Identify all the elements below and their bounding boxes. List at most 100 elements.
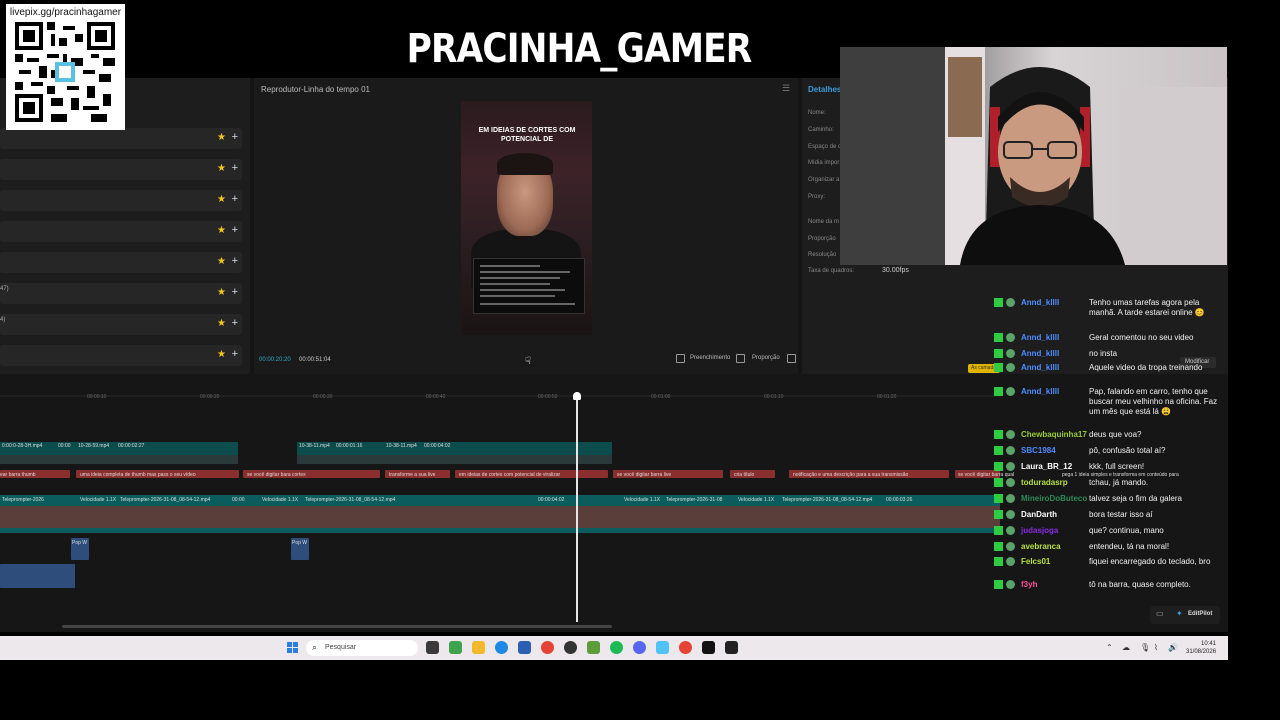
plus-icon[interactable]: + xyxy=(232,317,238,329)
windows-start-icon[interactable] xyxy=(287,641,299,653)
track-label: Teleprompter-2026-31-08 xyxy=(666,497,723,503)
chat-username[interactable]: toduradasrp xyxy=(1021,478,1068,487)
obs-icon[interactable] xyxy=(564,641,577,654)
chat-text: Pap, falando em carro, tenho que buscar … xyxy=(1089,387,1218,416)
star-icon[interactable]: ★ xyxy=(217,132,226,143)
plus-icon[interactable]: + xyxy=(232,348,238,360)
chat-text: fiquei encarregado do teclado, bro xyxy=(1089,557,1211,566)
microphone-icon[interactable]: 🎙 xyxy=(1140,643,1150,652)
chevron-up-icon[interactable]: ⌃ xyxy=(1106,643,1113,652)
media-item[interactable]: ★ + xyxy=(0,252,242,273)
plus-icon[interactable]: + xyxy=(232,255,238,267)
file-explorer-icon[interactable] xyxy=(472,641,485,654)
playhead-handle[interactable] xyxy=(573,392,581,400)
audio-clip-label: Pop W xyxy=(292,540,308,546)
task-view-icon[interactable] xyxy=(426,641,439,654)
detail-label: Proporção xyxy=(808,236,836,242)
chat-username[interactable]: Annd_kllll xyxy=(1021,387,1059,396)
user-avatar xyxy=(1006,478,1015,487)
star-icon[interactable]: ★ xyxy=(217,163,226,174)
text-clip-label: em ideias de cortes com potencial de vir… xyxy=(459,472,561,478)
notepad-icon[interactable] xyxy=(656,641,669,654)
chrome-profile-icon[interactable] xyxy=(679,641,692,654)
kick-badge-icon xyxy=(994,510,1003,519)
taskbar-clock[interactable]: 10:41 31/08/2026 xyxy=(1186,640,1216,656)
chat-username[interactable]: Annd_kllll xyxy=(1021,333,1059,342)
media-item[interactable]: ★ + xyxy=(0,314,242,335)
chrome-icon[interactable] xyxy=(541,641,554,654)
search-icon: ⌕ xyxy=(312,642,318,652)
capcut-icon[interactable] xyxy=(702,641,715,654)
editpilot-icon: ✦ xyxy=(1176,609,1183,618)
chat-username[interactable]: DanDarth xyxy=(1021,510,1057,519)
star-icon[interactable]: ★ xyxy=(217,287,226,298)
plus-icon[interactable]: + xyxy=(232,224,238,236)
chat-username[interactable]: Chewbaquinha17 xyxy=(1021,430,1087,439)
crop-icon[interactable] xyxy=(676,354,685,363)
star-icon[interactable]: ★ xyxy=(217,318,226,329)
ratio-button[interactable]: Proporção xyxy=(752,355,780,361)
chat-username[interactable]: f3yh xyxy=(1021,580,1037,589)
plus-icon[interactable]: + xyxy=(232,286,238,298)
media-item[interactable]: ★ + xyxy=(0,159,242,180)
screenshot-icon[interactable] xyxy=(736,354,745,363)
chat-username[interactable]: SBC1984 xyxy=(1021,446,1056,455)
spotify-icon[interactable] xyxy=(610,641,623,654)
star-icon[interactable]: ★ xyxy=(217,349,226,360)
kick-badge-icon xyxy=(994,494,1003,503)
detail-label: Nome: xyxy=(808,110,826,116)
preview-overlay-card xyxy=(473,258,585,314)
media-item[interactable]: ★ + xyxy=(0,345,242,366)
webcam-feed xyxy=(840,47,1227,265)
kick-badge-icon xyxy=(994,298,1003,307)
fullscreen-icon[interactable] xyxy=(787,354,796,363)
editor-app-icon[interactable] xyxy=(725,641,738,654)
store-icon[interactable] xyxy=(518,641,531,654)
chat-username[interactable]: Annd_kllll xyxy=(1021,298,1059,307)
media-item[interactable]: ★ + xyxy=(0,128,242,149)
copilot-icon[interactable] xyxy=(449,641,462,654)
plus-icon[interactable]: + xyxy=(232,193,238,205)
chat-username[interactable]: Annd_kllll xyxy=(1021,349,1059,358)
star-icon[interactable]: ★ xyxy=(217,256,226,267)
video-preview[interactable]: EM IDEIAS DE CORTES COM POTENCIAL DE xyxy=(461,101,592,335)
chat-username[interactable]: MineiroDoButeco xyxy=(1021,494,1087,503)
edge-icon[interactable] xyxy=(495,641,508,654)
chat-username[interactable]: avebranca xyxy=(1021,542,1061,551)
discord-icon[interactable] xyxy=(633,641,646,654)
media-item[interactable]: ★ + xyxy=(0,190,242,211)
kick-badge-icon xyxy=(994,580,1003,589)
player-total-time: 00:00:51:04 xyxy=(299,357,331,363)
volume-icon[interactable]: 🔊 xyxy=(1168,643,1178,652)
timeline-scrollbar[interactable] xyxy=(62,625,612,628)
timeline-tracks[interactable] xyxy=(0,378,1000,628)
media-item[interactable]: ★ + xyxy=(0,283,242,304)
kick-badge-icon xyxy=(994,542,1003,551)
chat-text: pô, confusão total aí? xyxy=(1089,446,1166,455)
plus-icon[interactable]: + xyxy=(232,131,238,143)
editpilot-button[interactable]: ▭ ✦ EditPilot xyxy=(1150,606,1220,624)
chat-text: deus que voa? xyxy=(1089,430,1142,439)
chat-text: que? continua, mano xyxy=(1089,526,1164,535)
playhead[interactable] xyxy=(576,392,578,622)
chat-username[interactable]: Felcs01 xyxy=(1021,557,1050,566)
preview-caption: EM IDEIAS DE CORTES COM POTENCIAL DE xyxy=(478,127,576,143)
user-avatar xyxy=(1006,349,1015,358)
fill-button[interactable]: Preenchimento xyxy=(690,355,730,361)
chat-username[interactable]: judasjoga xyxy=(1021,526,1058,535)
star-icon[interactable]: ★ xyxy=(217,194,226,205)
chat-username[interactable]: Laura_BR_12 xyxy=(1021,462,1072,471)
chat-text: entendeu, tá na moral! xyxy=(1089,542,1170,551)
menu-icon[interactable]: ☰ xyxy=(782,83,790,94)
star-icon[interactable]: ★ xyxy=(217,225,226,236)
network-icon[interactable]: ☁ xyxy=(1122,643,1130,652)
wifi-icon[interactable]: ⌇ xyxy=(1154,643,1158,652)
chat-username[interactable]: Annd_kllll xyxy=(1021,363,1059,372)
plus-icon[interactable]: + xyxy=(232,162,238,174)
taskbar-search-box[interactable] xyxy=(306,640,418,656)
audio-clip-label: Pop W xyxy=(72,540,88,546)
media-item[interactable]: ★ + xyxy=(0,221,242,242)
chat-text: Tenho umas tarefas agora pela manhã. A t… xyxy=(1089,298,1205,317)
details-tab[interactable]: Detalhes xyxy=(808,85,841,94)
app-icon[interactable] xyxy=(587,641,600,654)
